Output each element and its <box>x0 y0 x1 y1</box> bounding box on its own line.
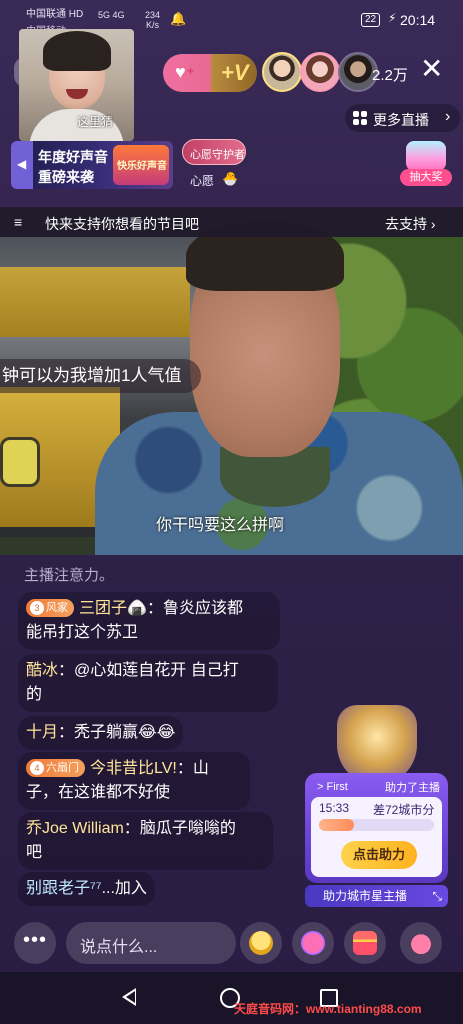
guard-sub-label: 心愿 <box>190 174 215 188</box>
pip-video[interactable]: 这里猜 <box>19 29 134 141</box>
like-button[interactable] <box>400 922 442 964</box>
network-speed: 234 K/s <box>145 10 161 30</box>
fan-club-button[interactable] <box>292 922 334 964</box>
support-message: 快来支持你想看的节目吧 <box>45 216 199 232</box>
banner-line2: 重磅来袭 <box>38 169 94 185</box>
gift-icon <box>353 931 377 955</box>
promo-progress-bar <box>319 819 434 831</box>
event-banner[interactable]: ◀ 年度好声音 重磅来袭 快乐好声音 <box>11 141 173 189</box>
chat-message[interactable]: 十月：秃子躺赢😂😂 <box>18 716 184 750</box>
notification-icon: 🔔 <box>170 11 187 26</box>
chat-join-message: 别跟老子⁷⁷...加入 <box>18 872 155 906</box>
city-star-promo[interactable]: > First 助力了主播 15:33 差72城市分 点击助力 助力城市星主播 ⤡ <box>305 705 448 907</box>
chat-username[interactable]: 乔Joe William <box>26 820 124 837</box>
promo-first-label: > First <box>317 781 348 793</box>
promo-score-gap: 差72城市分 <box>373 803 435 817</box>
charging-icon: ⚡ <box>388 11 397 25</box>
promo-helped-label: 助力了主播 <box>385 782 440 794</box>
heart-wing-icon <box>301 931 325 955</box>
more-live-button[interactable]: 更多直播 › <box>345 104 460 132</box>
chat-message[interactable]: 4 六扇门 今非昔比LV!：山 子，在这谁都不好使 <box>18 752 250 810</box>
chat-message[interactable]: 酷冰：@心如莲自花开 自己打的 <box>18 654 278 712</box>
menu-icon: ≡ <box>14 214 23 230</box>
chevron-left-icon: ◀ <box>17 157 27 171</box>
fan-badge: 4 六扇门 <box>26 759 85 777</box>
bottom-toolbar: ••• 说点什么... <box>0 914 463 972</box>
promo-timer: 15:33 <box>319 801 350 815</box>
heart-v-badge[interactable]: ♥ + +V <box>163 54 257 92</box>
chat-username[interactable]: 三团子🍙 <box>79 600 147 617</box>
video-subtitle: 你干吗要这么拼啊 <box>156 517 285 534</box>
chick-icon: 🐣 <box>222 171 239 186</box>
close-icon[interactable]: ✕ <box>420 55 443 83</box>
banner-line1: 年度好声音 <box>38 149 108 165</box>
promo-progress-fill <box>319 819 354 831</box>
emoji-icon <box>249 931 273 955</box>
chat-message[interactable]: 乔Joe William：脑瓜子嗡嗡的吧 <box>18 812 273 870</box>
pip-caption: 这里猜 <box>77 115 114 129</box>
viewer-avatar[interactable] <box>262 52 302 92</box>
carrier-label: 中国联通 HD <box>26 9 84 20</box>
watermark-text: 天庭音码网：www.tianting88.com <box>234 1002 422 1016</box>
viewer-avatar[interactable] <box>300 52 340 92</box>
popularity-toast: 钟可以为我增加1人气值 <box>0 359 202 393</box>
comment-placeholder: 说点什么... <box>80 939 158 956</box>
chat-notice: 主播注意力。 <box>24 567 115 584</box>
banner-badge: 快乐好声音 <box>113 145 169 185</box>
gift-button[interactable] <box>344 922 386 964</box>
guard-pill: 心愿守护者 <box>182 139 246 165</box>
gift-box-icon <box>406 141 446 171</box>
chat-message[interactable]: 3 风家 三团子🍙：鲁炎应该都 能吊打这个苏卫 <box>18 592 280 650</box>
pip-hair <box>43 31 111 71</box>
video-truck-yellow <box>0 267 190 337</box>
wish-guard[interactable]: 心愿守护者 心愿 🐣 <box>182 139 246 188</box>
viewer-count[interactable]: 2.2万 <box>372 64 408 85</box>
system-nav-bar: 天庭音码网：www.tianting88.com <box>0 972 463 1024</box>
support-link[interactable]: 去支持 › <box>385 214 436 234</box>
battery-indicator: 22 <box>361 13 381 27</box>
lottery-button[interactable]: 抽大奖 <box>398 139 454 189</box>
more-options-button[interactable]: ••• <box>14 922 56 964</box>
signal-icon: 5G 4G <box>98 10 125 20</box>
v-icon: +V <box>221 60 249 85</box>
promo-card: > First 助力了主播 15:33 差72城市分 点击助力 <box>305 773 448 883</box>
clock: 20:14 <box>400 12 436 28</box>
video-headlight <box>0 437 40 487</box>
promo-inner: 15:33 差72城市分 点击助力 <box>311 797 442 877</box>
chat-username[interactable]: 十月 <box>26 724 58 741</box>
nav-back-icon[interactable] <box>122 988 136 1006</box>
fan-badge: 3 风家 <box>26 599 74 617</box>
support-strip[interactable]: ≡ 快来支持你想看的节目吧 去支持 › <box>0 207 463 237</box>
collapse-tab[interactable]: ◀ <box>11 141 33 189</box>
chat-username[interactable]: 今非昔比LV! <box>90 760 177 777</box>
promo-footer[interactable]: 助力城市星主播 ⤡ <box>305 885 448 907</box>
live-video[interactable]: ≡ 快来支持你想看的节目吧 去支持 › 钟可以为我增加1人气值 你干吗要这么拼啊 <box>0 207 463 555</box>
grid-icon <box>353 111 367 125</box>
chat-username[interactable]: 别跟老子⁷⁷ <box>26 880 102 897</box>
boost-button[interactable]: 点击助力 <box>341 841 417 869</box>
chevron-right-icon: › <box>445 108 451 125</box>
expand-icon[interactable]: ⤡ <box>432 885 442 907</box>
emoji-button[interactable] <box>240 922 282 964</box>
plus-icon: + <box>187 64 195 78</box>
chat-username[interactable]: 酷冰 <box>26 662 58 679</box>
lottery-label: 抽大奖 <box>400 169 452 186</box>
more-live-label: 更多直播 <box>373 112 429 128</box>
comment-input[interactable]: 说点什么... <box>66 922 236 964</box>
heart-icon <box>409 931 433 955</box>
heart-icon: ♥ <box>175 62 186 82</box>
